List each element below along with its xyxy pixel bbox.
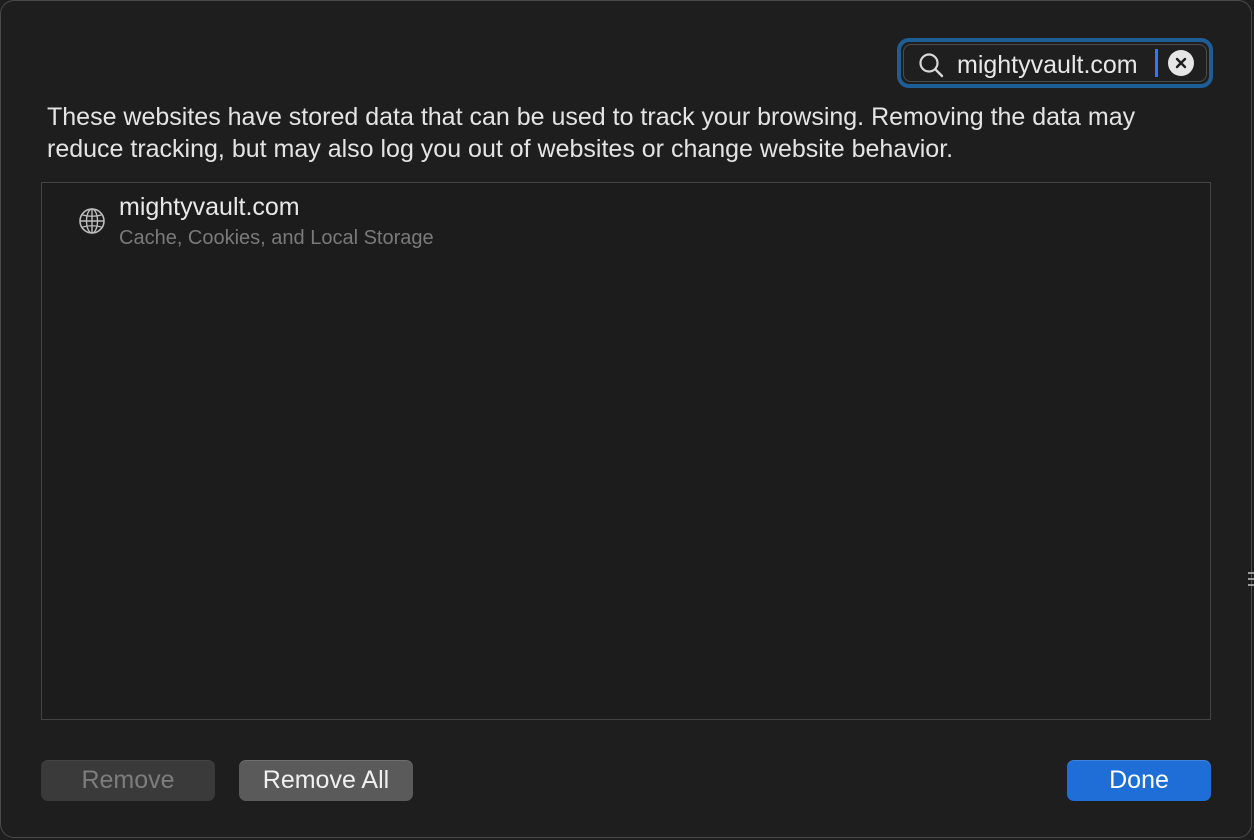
clear-icon xyxy=(1175,57,1187,69)
website-data-types: Cache, Cookies, and Local Storage xyxy=(119,227,434,249)
search-icon xyxy=(919,53,944,78)
search-field[interactable] xyxy=(897,38,1213,88)
remove-button[interactable]: Remove xyxy=(41,760,215,801)
description-text: These websites have stored data that can… xyxy=(47,103,1136,163)
website-name: mightyvault.com xyxy=(119,193,300,221)
website-list[interactable]: mightyvault.com Cache, Cookies, and Loca… xyxy=(41,182,1211,720)
globe-icon xyxy=(79,208,105,234)
text-caret xyxy=(1155,49,1158,77)
manage-website-data-sheet: These websites have stored data that can… xyxy=(0,0,1252,838)
list-item[interactable]: mightyvault.com Cache, Cookies, and Loca… xyxy=(42,183,1210,259)
done-button[interactable]: Done xyxy=(1067,760,1211,801)
window-edge-mark xyxy=(1248,578,1254,580)
window-edge-mark xyxy=(1248,584,1254,586)
search-input[interactable] xyxy=(957,48,1167,82)
remove-all-button[interactable]: Remove All xyxy=(239,760,413,801)
window-edge-mark xyxy=(1248,572,1254,574)
clear-search-button[interactable] xyxy=(1168,50,1194,76)
